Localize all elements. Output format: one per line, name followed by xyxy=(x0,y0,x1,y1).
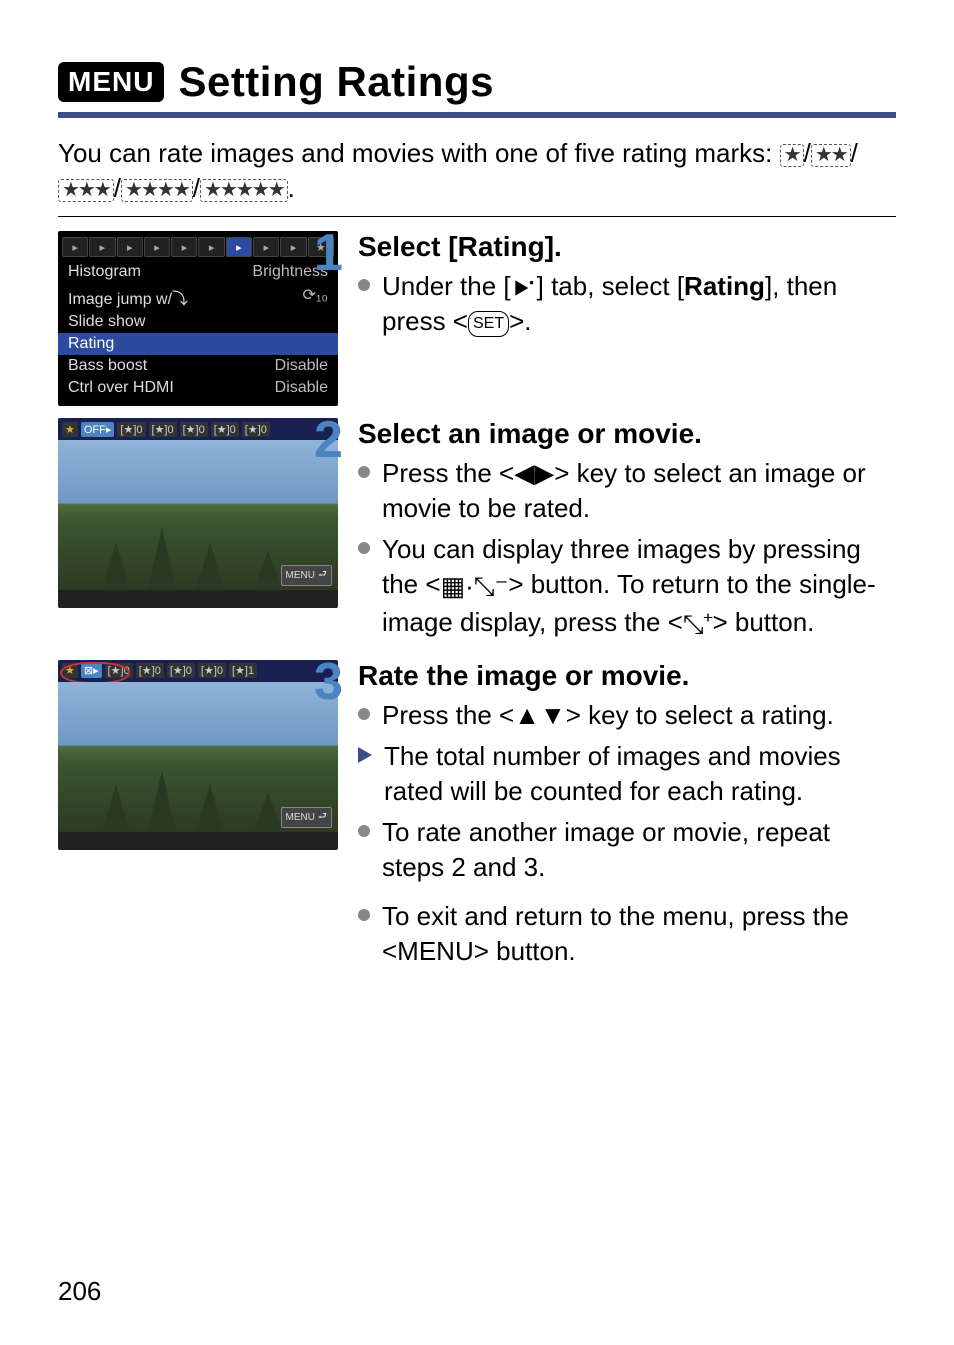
camera-menu-tab: ▸ xyxy=(226,237,252,257)
rating-chip: [★]0 xyxy=(149,422,177,437)
step-2-bullet-2: You can display three images by pressing… xyxy=(382,532,896,641)
bullet-icon xyxy=(358,909,370,921)
rating-chip: ★ xyxy=(62,663,78,678)
camera-menu-row-label: Slide show xyxy=(68,313,145,331)
step-3-number: 3 xyxy=(314,656,343,708)
page-title: Setting Ratings xyxy=(178,58,494,106)
grid-zoom-out-icon: ▦·⤡⁻ xyxy=(441,571,509,601)
playback-tab-icon xyxy=(511,278,537,298)
title-underline xyxy=(58,112,896,118)
step-2-number: 2 xyxy=(314,414,343,466)
step-2-bullet-1: Press the <◀▶> key to select an image or… xyxy=(382,456,896,526)
step-3-bullet-1: Press the <▲▼> key to select a rating. xyxy=(382,698,834,733)
step-2-heading: Select an image or movie. xyxy=(358,418,896,450)
rating-mark-1: ★ xyxy=(780,144,804,167)
bullet-icon xyxy=(358,708,370,720)
camera-menu-row: Bass boost Disable xyxy=(62,355,334,377)
rating-chip: [★]0 xyxy=(180,422,208,437)
camera-menu-tab: ▸ xyxy=(89,237,115,257)
tree-icon xyxy=(148,770,176,832)
tree-icon xyxy=(254,792,282,832)
camera-menu-row-value: ⟳₁₀ xyxy=(303,285,328,309)
return-arrow-icon: ⮐ xyxy=(318,567,327,584)
rating-chip: [★]1 xyxy=(229,663,257,678)
camera-menu-tab: ▸ xyxy=(280,237,306,257)
bullet-icon xyxy=(358,279,370,291)
step-1-number: 1 xyxy=(314,227,343,279)
zoom-in-icon: ⤡⁺ xyxy=(683,609,713,639)
step-3-heading: Rate the image or movie. xyxy=(358,660,896,692)
tree-icon xyxy=(102,784,130,832)
menu-return-icon: MENU⮐ xyxy=(281,807,332,828)
camera-menu-row: Ctrl over HDMI Disable xyxy=(62,377,334,399)
camera-menu-row-label: Histogram xyxy=(68,263,141,281)
tree-icon xyxy=(196,784,224,832)
camera-menu-row-value: Disable xyxy=(275,379,328,397)
return-arrow-icon: ⮐ xyxy=(318,809,327,826)
rating-preview-screenshot-step2: ★OFF▸[★]0[★]0[★]0[★]0[★]0 MENU⮐ xyxy=(58,418,338,608)
camera-menu-row: HistogramBrightness xyxy=(62,261,334,283)
rating-chip: ★ xyxy=(62,422,78,437)
rating-chip: [★]0 xyxy=(105,663,133,678)
section-divider xyxy=(58,216,896,217)
rating-chip: ⊠▸ xyxy=(81,663,102,678)
rating-chip: [★]0 xyxy=(242,422,270,437)
rating-mark-5: ★★★★★ xyxy=(200,179,288,202)
rating-chip: OFF▸ xyxy=(81,422,115,437)
intro-text: You can rate images and movies with one … xyxy=(58,136,896,206)
camera-menu-row-value: Disable xyxy=(275,357,328,375)
camera-menu-row-label: Image jump w/⤵ xyxy=(68,285,188,309)
rating-preview-screenshot-step3: ★⊠▸[★]0[★]0[★]0[★]0[★]1 MENU⮐ xyxy=(58,660,338,850)
camera-menu-row-label: Rating xyxy=(68,335,114,353)
tree-icon xyxy=(148,528,176,590)
camera-menu-row: Slide show xyxy=(62,311,334,333)
page-number: 206 xyxy=(58,1276,101,1307)
bullet-icon xyxy=(358,542,370,554)
result-arrow-icon xyxy=(358,747,372,763)
set-button-icon: SET xyxy=(468,311,509,337)
camera-menu-row: Image jump w/⤵ ⟳₁₀ xyxy=(62,283,334,311)
rating-chip: [★]0 xyxy=(117,422,145,437)
camera-menu-row-label: Bass boost xyxy=(68,357,147,375)
bullet-icon xyxy=(358,466,370,478)
camera-menu-tab: ▸ xyxy=(171,237,197,257)
camera-menu-row: Rating xyxy=(58,333,338,355)
step-1-body: Under the [] tab, select [Rating], then … xyxy=(382,269,896,339)
camera-menu-tab: ▸ xyxy=(144,237,170,257)
rating-chip: [★]0 xyxy=(136,663,164,678)
header-menu-badge: MENU xyxy=(58,62,164,102)
camera-menu-screenshot: ▸▸▸▸▸▸▸▸▸★ HistogramBrightnessImage jump… xyxy=(58,231,338,406)
step-3-result: The total number of images and movies ra… xyxy=(384,739,896,809)
intro-text-lead: You can rate images and movies with one … xyxy=(58,138,780,168)
menu-return-icon: MENU⮐ xyxy=(281,565,332,586)
bullet-icon xyxy=(358,825,370,837)
rating-menuitem: Rating xyxy=(684,271,765,301)
step-3-bullet-4: To exit and return to the menu, press th… xyxy=(382,899,896,969)
rating-chip: [★]0 xyxy=(211,422,239,437)
rating-chip: [★]0 xyxy=(167,663,195,678)
step-3-bullet-3: To rate another image or movie, repeat s… xyxy=(382,815,896,885)
tree-icon xyxy=(254,550,282,590)
camera-menu-tab: ▸ xyxy=(62,237,88,257)
camera-menu-tab: ▸ xyxy=(198,237,224,257)
rating-chip: [★]0 xyxy=(198,663,226,678)
rating-mark-2: ★★ xyxy=(811,144,851,167)
camera-menu-tab: ▸ xyxy=(253,237,279,257)
rating-mark-4: ★★★★ xyxy=(121,179,193,202)
tree-icon xyxy=(196,542,224,590)
camera-menu-row-label: Ctrl over HDMI xyxy=(68,379,174,397)
tree-icon xyxy=(102,542,130,590)
step-1-heading: Select [Rating]. xyxy=(358,231,896,263)
camera-menu-tab: ▸ xyxy=(117,237,143,257)
rating-mark-3: ★★★ xyxy=(58,179,114,202)
